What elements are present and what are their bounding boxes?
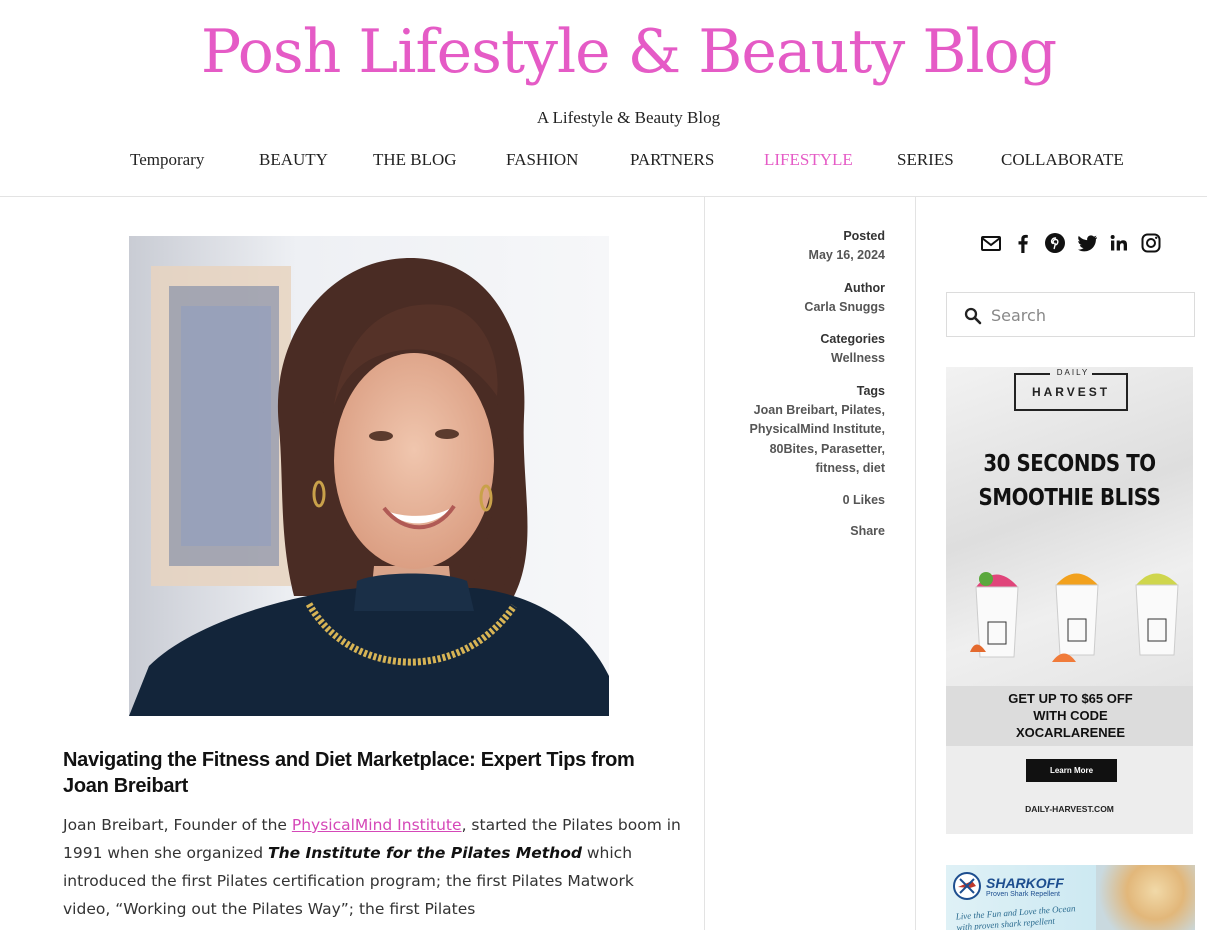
nav-item-the-blog[interactable]: THE BLOG bbox=[373, 150, 457, 170]
posted-label: Posted bbox=[843, 229, 885, 243]
tag-link[interactable]: Joan Breibart bbox=[754, 403, 835, 417]
daily-harvest-ad[interactable]: DAILY HARVEST 30 SECONDS TO SMOOTHIE BLI… bbox=[946, 367, 1193, 834]
linkedin-icon[interactable] bbox=[1108, 232, 1130, 254]
ad-photo bbox=[1096, 865, 1195, 930]
post-title: Navigating the Fitness and Diet Marketpl… bbox=[63, 749, 635, 797]
post-meta: Posted May 16, 2024 Author Carla Snuggs … bbox=[720, 226, 885, 554]
featured-image bbox=[129, 236, 609, 716]
search-input[interactable] bbox=[991, 303, 1186, 327]
ad-offer-line: XOCARLARENEE bbox=[1015, 725, 1126, 740]
learn-more-button[interactable]: Learn More bbox=[1026, 759, 1117, 782]
pinterest-icon[interactable] bbox=[1044, 232, 1066, 254]
site-tagline: A Lifestyle & Beauty Blog bbox=[536, 108, 721, 127]
ad-offer-line: WITH CODE bbox=[1033, 708, 1108, 723]
tag-link[interactable]: Pilates bbox=[841, 403, 881, 417]
likes-button[interactable]: 0 Likes bbox=[843, 493, 885, 507]
post-body-emphasis: The Institute for the Pilates Method bbox=[268, 844, 582, 862]
nav-item-collaborate[interactable]: COLLABORATE bbox=[1001, 150, 1124, 170]
instagram-icon[interactable] bbox=[1140, 232, 1162, 254]
author-link[interactable]: Carla Snuggs bbox=[804, 300, 885, 314]
nav-item-partners[interactable]: PARTNERS bbox=[630, 150, 714, 170]
author-label: Author bbox=[844, 280, 885, 295]
tag-link[interactable]: fitness bbox=[816, 461, 856, 475]
column-divider bbox=[915, 197, 916, 930]
tag-link[interactable]: diet bbox=[863, 461, 885, 475]
shark-logo-icon bbox=[952, 871, 982, 905]
sharkoff-ad[interactable]: SHARKOFF Proven Shark Repellent Live the… bbox=[946, 865, 1195, 930]
email-icon[interactable] bbox=[980, 232, 1002, 254]
twitter-icon[interactable] bbox=[1076, 232, 1098, 254]
search-icon bbox=[964, 307, 982, 325]
ad-url: DAILY-HARVEST.COM bbox=[1025, 804, 1114, 814]
logo-text: DAILY bbox=[1056, 368, 1090, 377]
facebook-icon[interactable] bbox=[1012, 232, 1034, 254]
nav-item-beauty[interactable]: BEAUTY bbox=[259, 150, 328, 170]
tag-link[interactable]: 80Bites bbox=[770, 442, 814, 456]
category-link[interactable]: Wellness bbox=[831, 351, 885, 365]
daily-harvest-logo: DAILY HARVEST bbox=[1014, 368, 1128, 411]
site-title[interactable]: Posh Lifestyle & Beauty Blog bbox=[0, 14, 1207, 90]
nav-item-series[interactable]: SERIES bbox=[897, 150, 954, 170]
logo-text: HARVEST bbox=[1031, 385, 1111, 399]
column-divider bbox=[704, 197, 705, 930]
ad-headline: 30 SECONDS TO SMOOTHIE BLISS bbox=[963, 447, 1175, 515]
ad-offer-line: GET UP TO $65 OFF bbox=[1008, 691, 1133, 706]
post-body: Joan Breibart, Founder of the PhysicalMi… bbox=[63, 811, 683, 923]
tag-link[interactable]: Parasetter bbox=[821, 442, 881, 456]
share-button[interactable]: Share bbox=[850, 524, 885, 538]
sharkoff-subtitle: Proven Shark Repellent bbox=[986, 891, 1060, 898]
search-box bbox=[946, 292, 1195, 337]
ad-headline-line: SMOOTHIE BLISS bbox=[978, 485, 1161, 511]
categories-label: Categories bbox=[820, 332, 885, 346]
physicalmind-institute-link[interactable]: PhysicalMind Institute bbox=[292, 816, 462, 834]
tags-label: Tags bbox=[856, 383, 885, 398]
main-nav: Temporary BEAUTY THE BLOG FASHION PARTNE… bbox=[0, 150, 1207, 174]
post-body-text: Joan Breibart, Founder of the bbox=[63, 816, 292, 834]
smoothie-cups-image bbox=[956, 557, 1186, 687]
nav-item-lifestyle[interactable]: LIFESTYLE bbox=[764, 150, 853, 170]
ad-headline-line: 30 SECONDS TO bbox=[983, 451, 1156, 477]
ad-offer: GET UP TO $65 OFF WITH CODE XOCARLARENEE bbox=[946, 686, 1193, 746]
nav-item-temporary[interactable]: Temporary bbox=[130, 150, 204, 170]
sharkoff-brand: SHARKOFF bbox=[986, 875, 1064, 891]
header-divider bbox=[0, 196, 1207, 197]
sharkoff-tagline: Live the Fun and Love the Ocean with pro… bbox=[955, 903, 1076, 930]
posted-date: May 16, 2024 bbox=[808, 248, 885, 262]
tag-link[interactable]: PhysicalMind Institute bbox=[750, 422, 882, 436]
nav-item-fashion[interactable]: FASHION bbox=[506, 150, 578, 170]
